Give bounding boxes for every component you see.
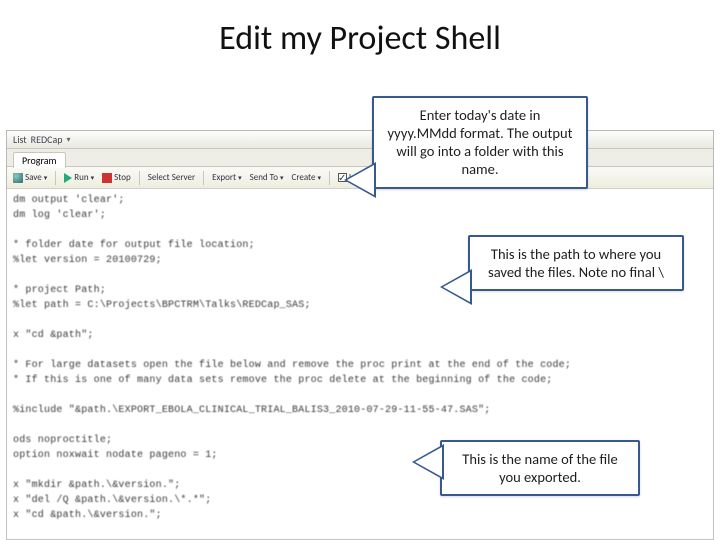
chevron-down-icon: ▾: [91, 173, 95, 182]
chevron-down-icon: ▾: [238, 173, 242, 182]
slide-title: Edit my Project Shell: [0, 0, 720, 67]
code-line: %include "&path.\EXPORT_EBOLA_CLINICAL_T…: [13, 405, 490, 416]
code-line: %let path = C:\Projects\BPCTRM\Talks\RED…: [13, 300, 311, 311]
create-button[interactable]: Create ▾: [292, 172, 321, 183]
code-line: dm output 'clear';: [13, 195, 125, 206]
sendto-button[interactable]: Send To ▾: [250, 172, 284, 183]
run-label: Run: [74, 172, 88, 183]
stop-icon: [102, 173, 112, 183]
callout-text: This is the name of the file you exporte…: [440, 440, 640, 496]
callout-arrow-icon: [440, 269, 472, 305]
callout-date: Enter today's date in yyyy.MMdd format. …: [372, 96, 588, 189]
chevron-down-icon: ▾: [280, 173, 284, 182]
code-line: x "cd &path.\&version.";: [13, 510, 162, 521]
code-line: %let version = 20100729;: [13, 255, 162, 266]
code-line: ods noproctitle;: [13, 435, 112, 446]
code-line: * project Path;: [13, 285, 106, 296]
callout-filename: This is the name of the file you exporte…: [440, 440, 640, 496]
window-title-name: REDCap: [31, 133, 63, 146]
code-line: x "mkdir &path.\&version.";: [13, 480, 180, 491]
select-server-button[interactable]: Select Server: [148, 172, 195, 183]
stop-button[interactable]: Stop: [102, 172, 131, 183]
dropdown-icon[interactable]: ▾: [67, 135, 71, 145]
export-button[interactable]: Export ▾: [212, 172, 241, 183]
save-button[interactable]: Save ▾: [13, 172, 47, 183]
run-button[interactable]: Run ▾: [64, 172, 94, 183]
tab-program[interactable]: Program: [13, 152, 66, 168]
window-title-prefix: List: [13, 133, 27, 146]
separator: [203, 171, 204, 185]
code-line: dm log 'clear';: [13, 210, 106, 221]
create-label: Create: [292, 172, 316, 183]
sendto-label: Send To: [250, 172, 278, 183]
stop-label: Stop: [114, 172, 131, 183]
code-line: * If this is one of many data sets remov…: [13, 375, 553, 386]
chevron-down-icon: ▾: [44, 173, 48, 182]
code-line: x "del /Q &path.\&version.\*.*";: [13, 495, 211, 506]
callout-arrow-icon: [344, 162, 376, 198]
code-line: x "cd &path";: [13, 330, 94, 341]
callout-text: Enter today's date in yyyy.MMdd format. …: [372, 96, 588, 189]
code-line: * folder date for output file location;: [13, 240, 255, 251]
play-icon: [64, 173, 72, 183]
chevron-down-icon: ▾: [317, 173, 321, 182]
separator: [329, 171, 330, 185]
separator: [139, 171, 140, 185]
callout-arrow-icon: [412, 444, 444, 480]
callout-path: This is the path to where you saved the …: [468, 235, 684, 291]
export-label: Export: [212, 172, 236, 183]
save-label: Save: [25, 172, 42, 183]
code-line: option noxwait nodate pageno = 1;: [13, 450, 218, 461]
callout-text: This is the path to where you saved the …: [468, 235, 684, 291]
disk-icon: [13, 173, 23, 183]
separator: [55, 171, 56, 185]
code-line: * For large datasets open the file below…: [13, 360, 571, 371]
window-titlebar: List REDCap ▾: [7, 131, 713, 149]
